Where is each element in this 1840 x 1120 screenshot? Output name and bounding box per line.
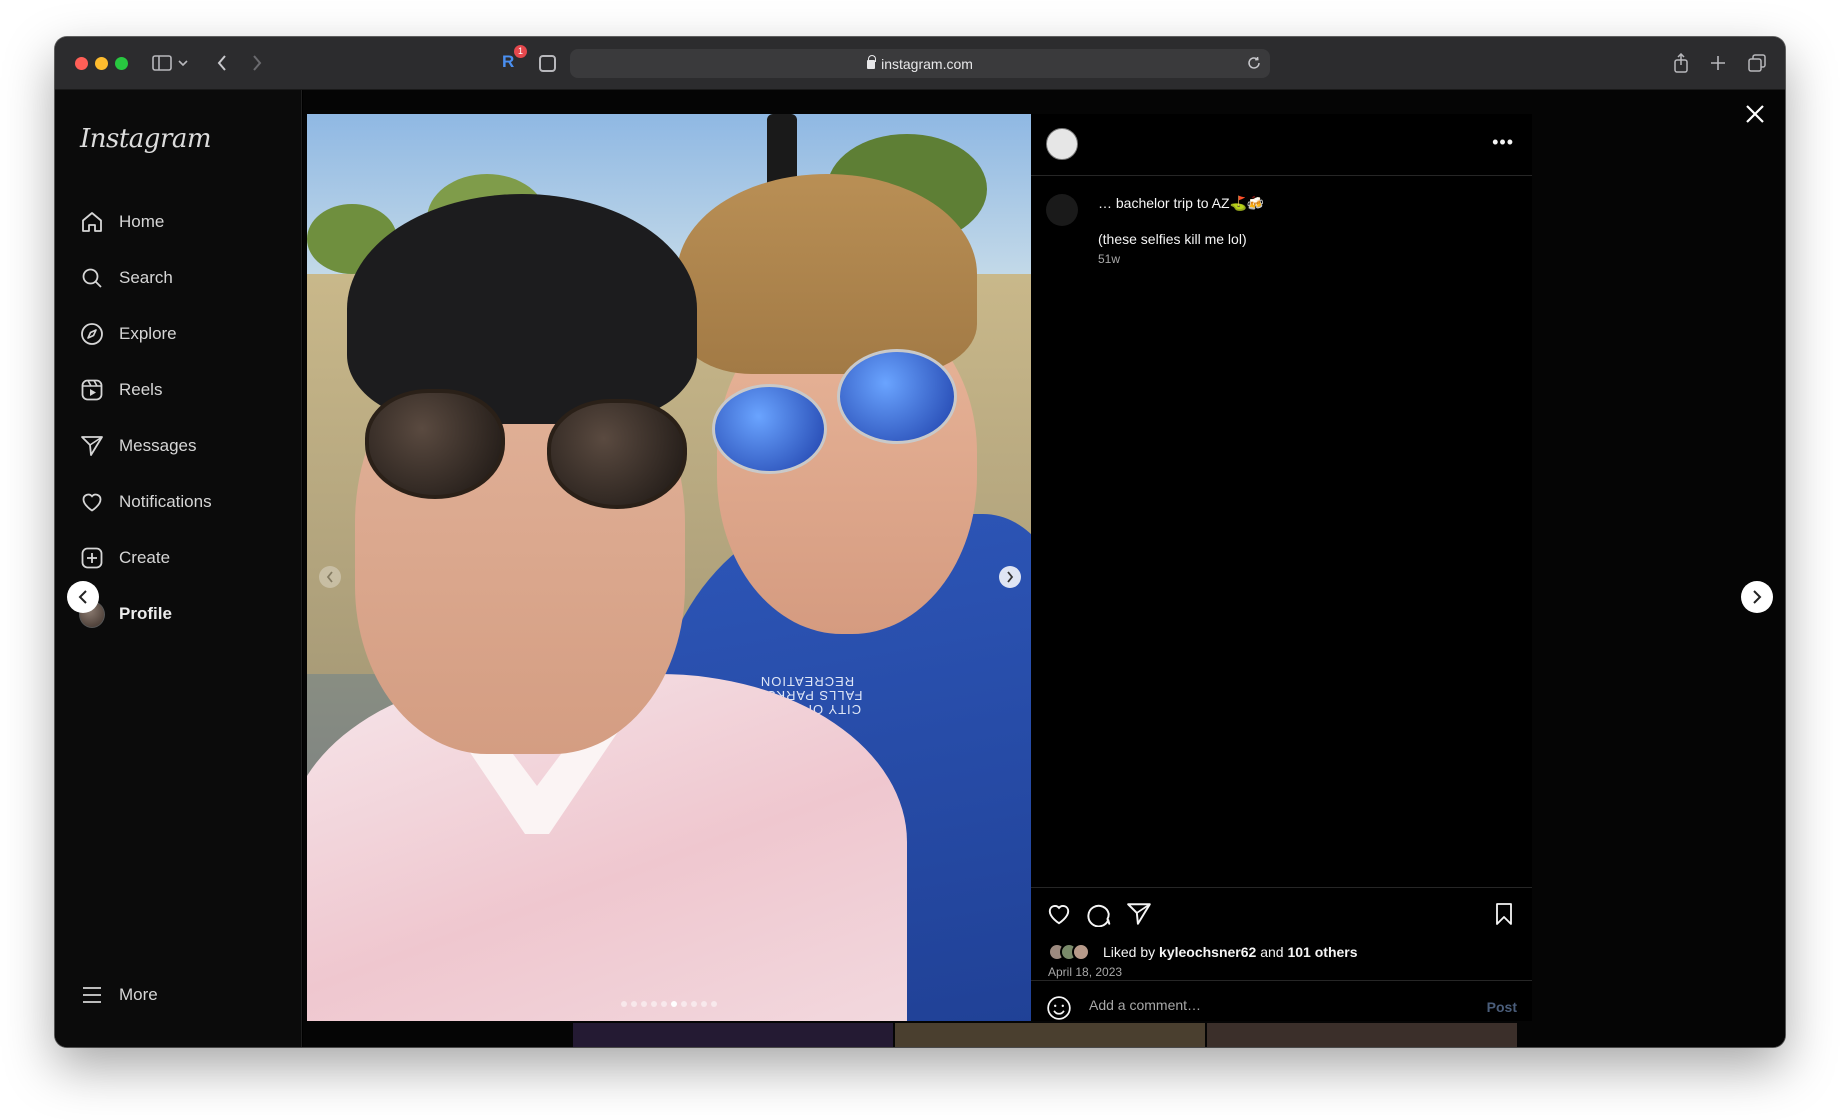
- extension-badge: 1: [514, 45, 527, 58]
- carousel-dot: [641, 1001, 647, 1007]
- carousel-dot: [701, 1001, 707, 1007]
- likes-others[interactable]: 101 others: [1287, 944, 1357, 960]
- sidebar-item-notifications[interactable]: Notifications: [79, 484, 212, 520]
- previous-post-button[interactable]: [67, 581, 99, 613]
- sidebar-item-label: Create: [119, 548, 171, 567]
- heart-icon: [79, 489, 105, 515]
- search-icon: [79, 265, 105, 291]
- reels-icon: [79, 377, 105, 403]
- carousel-dot: [711, 1001, 717, 1007]
- close-window-button[interactable]: [75, 57, 88, 70]
- sidebar-item-label: Reels: [119, 380, 163, 399]
- profile-grid-thumb: [573, 1023, 893, 1047]
- sidebar-item-label: Search: [119, 268, 173, 287]
- emoji-icon[interactable]: [1046, 995, 1072, 1021]
- messages-send-icon: [79, 433, 105, 459]
- share-send-icon[interactable]: [1125, 900, 1153, 928]
- sidebar: Instagram Home Search Explore Reels Mess…: [55, 90, 302, 1047]
- menu-hamburger-icon: [79, 982, 105, 1008]
- back-icon[interactable]: [215, 51, 229, 75]
- likes-and: and: [1260, 944, 1284, 960]
- post-header: •••: [1031, 114, 1532, 176]
- extension-compass-icon[interactable]: [539, 55, 556, 72]
- post-details-panel: ••• … bachelor trip to AZ⛳️🍻 (these self…: [1031, 114, 1532, 1021]
- url-display: instagram.com: [570, 55, 1270, 72]
- comment-input[interactable]: [1089, 997, 1469, 1013]
- author-avatar[interactable]: [1046, 128, 1078, 160]
- explore-compass-icon: [79, 321, 105, 347]
- sidebar-item-label: Messages: [119, 436, 197, 455]
- more-options-icon[interactable]: •••: [1492, 132, 1514, 153]
- liker-avatars[interactable]: [1048, 943, 1090, 961]
- post-photo: CITY OF SIOUX FALLS PARKS & RECREATION: [307, 114, 1031, 1021]
- sidebar-item-reels[interactable]: Reels: [79, 372, 162, 408]
- sidebar-item-label: Profile: [119, 604, 172, 623]
- minimize-window-button[interactable]: [95, 57, 108, 70]
- post-caption: … bachelor trip to AZ⛳️🍻 (these selfies …: [1098, 194, 1518, 248]
- zoom-window-button[interactable]: [115, 57, 128, 70]
- sidebar-item-explore[interactable]: Explore: [79, 316, 177, 352]
- share-icon[interactable]: [1672, 51, 1690, 75]
- caption-author-avatar[interactable]: [1046, 194, 1078, 226]
- chevron-down-icon[interactable]: [177, 51, 189, 75]
- likes-summary[interactable]: Liked by kyleochsner62 and 101 others: [1103, 944, 1358, 960]
- liker-avatar: [1072, 943, 1090, 961]
- carousel-dot: [671, 1001, 677, 1007]
- browser-toolbar: R 1 instagram.com: [55, 37, 1785, 90]
- likes-prefix: Liked by: [1103, 944, 1156, 960]
- browser-window: R 1 instagram.com Instagram Home Search …: [55, 37, 1785, 1047]
- next-post-button[interactable]: [1741, 581, 1773, 613]
- comment-bubble-icon[interactable]: [1085, 900, 1113, 928]
- caption-line-1: … bachelor trip to AZ⛳️🍻: [1098, 195, 1265, 211]
- home-icon: [79, 209, 105, 235]
- carousel-dot: [661, 1001, 667, 1007]
- create-plus-icon: [79, 545, 105, 571]
- like-heart-icon[interactable]: [1045, 900, 1073, 928]
- comment-composer: Post: [1031, 980, 1532, 1035]
- caption-line-2: (these selfies kill me lol): [1098, 231, 1247, 247]
- carousel-dot: [631, 1001, 637, 1007]
- forward-icon[interactable]: [250, 51, 264, 75]
- carousel-prev-button[interactable]: [319, 566, 341, 588]
- sidebar-item-create[interactable]: Create: [79, 540, 170, 576]
- sidebar-item-home[interactable]: Home: [79, 204, 164, 240]
- lock-icon: [867, 55, 877, 69]
- tab-overview-icon[interactable]: [1747, 51, 1767, 75]
- sidebar-item-search[interactable]: Search: [79, 260, 173, 296]
- carousel-indicator: [307, 1001, 1031, 1007]
- sidebar-item-label: Explore: [119, 324, 177, 343]
- caption-age: 51w: [1098, 252, 1121, 266]
- carousel-dot: [621, 1001, 627, 1007]
- liked-by-username[interactable]: kyleochsner62: [1159, 944, 1256, 960]
- sidebar-item-messages[interactable]: Messages: [79, 428, 196, 464]
- url-text: instagram.com: [881, 56, 973, 72]
- carousel-next-button[interactable]: [999, 566, 1021, 588]
- instagram-logo[interactable]: Instagram: [80, 124, 212, 154]
- carousel-dot: [691, 1001, 697, 1007]
- sidebar-toggle-icon[interactable]: [151, 51, 173, 75]
- close-icon[interactable]: [1743, 102, 1767, 126]
- sidebar-item-label: Home: [119, 212, 165, 231]
- save-bookmark-icon[interactable]: [1490, 900, 1518, 928]
- sidebar-item-label: Notifications: [119, 492, 212, 511]
- instagram-page: Instagram Home Search Explore Reels Mess…: [55, 90, 1785, 1047]
- carousel-dot: [651, 1001, 657, 1007]
- address-bar[interactable]: instagram.com: [570, 49, 1270, 78]
- post-comment-button[interactable]: Post: [1487, 999, 1517, 1015]
- new-tab-icon[interactable]: [1709, 51, 1727, 75]
- carousel-dot: [681, 1001, 687, 1007]
- sidebar-item-label: More: [119, 985, 158, 1004]
- sidebar-item-more[interactable]: More: [79, 977, 158, 1013]
- post-date: April 18, 2023: [1048, 965, 1123, 979]
- reload-icon[interactable]: [1246, 54, 1262, 72]
- post-image-carousel[interactable]: CITY OF SIOUX FALLS PARKS & RECREATION: [307, 114, 1031, 1021]
